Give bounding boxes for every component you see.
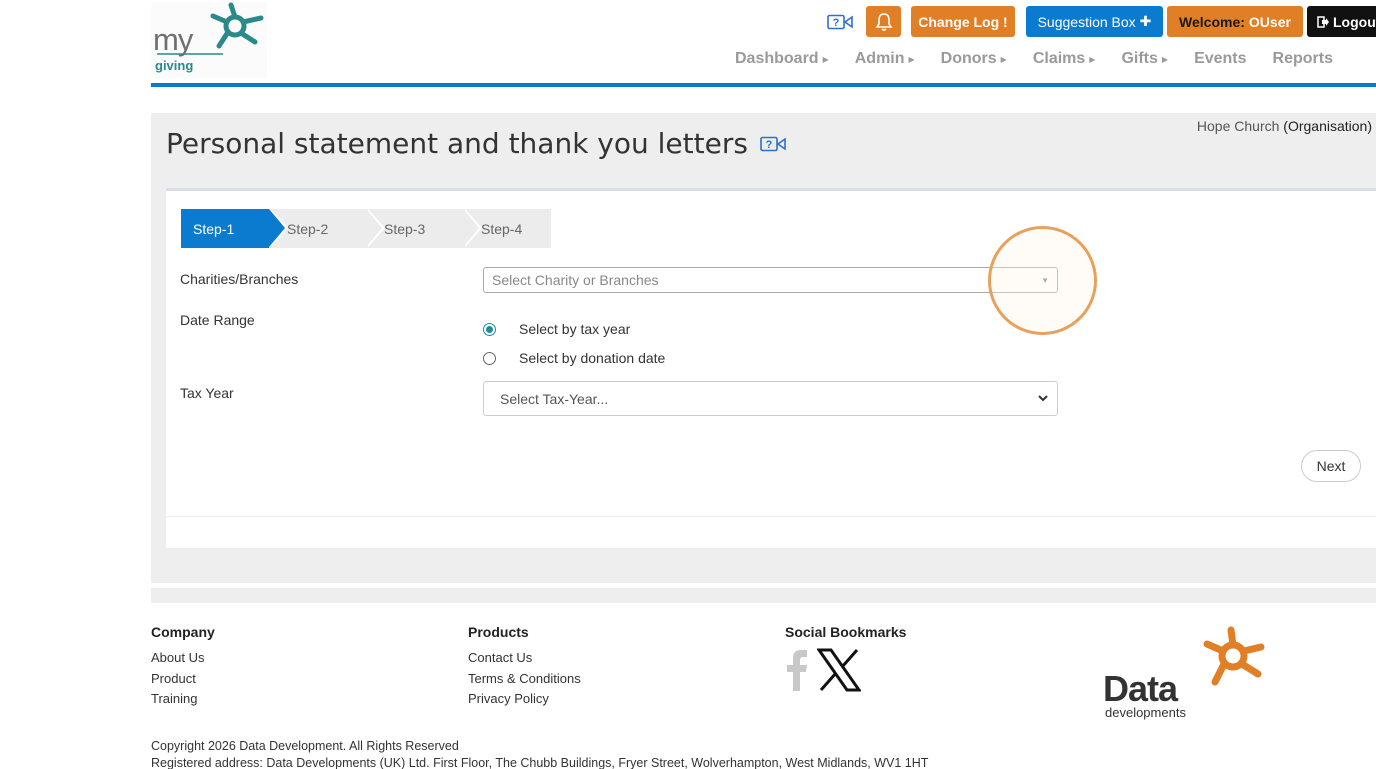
page-title-text: Personal statement and thank you letters xyxy=(166,127,748,160)
step-label: Step-2 xyxy=(287,220,329,237)
bell-icon xyxy=(875,12,892,31)
mygiving-logo[interactable]: my giving xyxy=(151,2,267,78)
svg-text:?: ? xyxy=(766,139,773,151)
welcome-user-button[interactable]: Welcome: OUser xyxy=(1167,6,1303,37)
video-help-icon[interactable]: ? xyxy=(820,6,860,37)
svg-text:?: ? xyxy=(833,17,840,29)
nav-gifts[interactable]: Gifts ▶ xyxy=(1121,50,1168,68)
nav-claims[interactable]: Claims ▶ xyxy=(1033,50,1096,68)
footer-social-heading: Social Bookmarks xyxy=(785,624,907,640)
step-label: Step-1 xyxy=(193,220,235,237)
nav-admin[interactable]: Admin ▶ xyxy=(855,50,915,68)
video-help-icon[interactable]: ? xyxy=(760,136,786,152)
chevron-down-icon xyxy=(1038,395,1048,402)
logout-label: Logout xyxy=(1333,13,1376,30)
caret-right-icon: ▶ xyxy=(1161,54,1169,64)
footer-link-about[interactable]: About Us xyxy=(151,648,215,669)
footer-products: Products Contact Us Terms & Conditions P… xyxy=(468,624,581,710)
organisation-indicator: Hope Church (Organisation) xyxy=(1197,118,1372,134)
nav-dashboard[interactable]: Dashboard ▶ xyxy=(735,50,829,68)
nav-donors[interactable]: Donors ▶ xyxy=(941,50,1007,68)
radio-donation-date[interactable] xyxy=(483,351,496,365)
radio-donation-date-label: Select by donation date xyxy=(519,350,666,366)
footer-link-privacy[interactable]: Privacy Policy xyxy=(468,689,581,710)
plus-icon: ✚ xyxy=(1139,13,1152,29)
footer-link-contact[interactable]: Contact Us xyxy=(468,648,581,669)
nav-label: Admin xyxy=(854,50,905,67)
exclamation-icon: ! xyxy=(1003,13,1008,30)
wizard-card: Step-1 Step-2 Step-3 Step-4 Charities/Br… xyxy=(166,188,1376,548)
logo-subtitle: giving xyxy=(155,58,194,73)
suggestion-label: Suggestion Box xyxy=(1037,13,1136,30)
dd-logo-word: Data xyxy=(1103,668,1178,709)
change-log-button[interactable]: Change Log ! xyxy=(911,6,1015,37)
card-divider xyxy=(166,516,1376,517)
copyright-text: Copyright 2026 Data Development. All Rig… xyxy=(151,739,459,753)
welcome-label: Welcome: xyxy=(1179,13,1245,30)
nav-label: Events xyxy=(1194,50,1247,67)
caret-right-icon: ▶ xyxy=(908,54,915,64)
tax-year-label: Tax Year xyxy=(180,385,234,401)
click-highlight-marker xyxy=(988,226,1097,335)
caret-right-icon: ▶ xyxy=(822,54,829,64)
change-log-label: Change Log xyxy=(918,13,1000,30)
top-actions: ? Change Log ! Suggestion Box ✚ Welcome:… xyxy=(820,6,1376,37)
date-range-label: Date Range xyxy=(180,312,255,328)
caret-right-icon: ▶ xyxy=(1000,54,1007,64)
charity-placeholder: Select Charity or Branches xyxy=(492,272,659,288)
radio-tax-year[interactable] xyxy=(483,322,496,336)
suggestion-box-button[interactable]: Suggestion Box ✚ xyxy=(1026,6,1163,37)
nav-label: Reports xyxy=(1272,50,1333,67)
footer-company: Company About Us Product Training xyxy=(151,624,215,710)
social-icons xyxy=(785,648,861,692)
nav-label: Dashboard xyxy=(735,50,819,67)
tax-year-select[interactable]: Select Tax-Year... xyxy=(483,381,1058,416)
footer-link-terms[interactable]: Terms & Conditions xyxy=(468,669,581,690)
caret-right-icon: ▶ xyxy=(1089,54,1096,64)
charities-label: Charities/Branches xyxy=(180,271,299,287)
logo-word: my xyxy=(153,22,193,57)
radio-donation-date-row[interactable]: Select by donation date xyxy=(483,350,665,366)
registered-address: Registered address: Data Developments (U… xyxy=(151,756,929,769)
step-1-tab[interactable]: Step-1 xyxy=(181,209,288,248)
facebook-icon[interactable] xyxy=(785,649,809,691)
footer-link-product[interactable]: Product xyxy=(151,669,215,690)
step-label: Step-4 xyxy=(481,220,523,237)
logout-button[interactable]: Logout xyxy=(1307,6,1376,37)
footer-products-heading: Products xyxy=(468,624,529,640)
step-label: Step-3 xyxy=(384,220,426,237)
nav-reports[interactable]: Reports xyxy=(1273,50,1333,68)
main-nav: Dashboard ▶ Admin ▶ Donors ▶ Claims ▶ Gifts ▶… xyxy=(735,50,1359,68)
data-developments-logo: Data developments xyxy=(1103,624,1268,724)
welcome-username: OUser xyxy=(1248,13,1291,30)
dd-logo-sub: developments xyxy=(1105,705,1186,720)
radio-tax-year-label: Select by tax year xyxy=(519,321,631,337)
x-icon[interactable] xyxy=(817,648,861,692)
charity-select[interactable]: Select Charity or Branches ▼ xyxy=(483,267,1058,293)
footer-copyright: Copyright 2026 Data Development. All Rig… xyxy=(151,738,928,769)
org-type: (Organisation) xyxy=(1283,118,1372,134)
footer-company-heading: Company xyxy=(151,624,215,640)
wizard-steps: Step-1 Step-2 Step-3 Step-4 xyxy=(181,209,551,248)
header-divider xyxy=(151,83,1376,87)
nav-label: Donors xyxy=(940,50,997,67)
footer-link-training[interactable]: Training xyxy=(151,689,215,710)
tax-year-value: Select Tax-Year... xyxy=(500,390,609,407)
nav-events[interactable]: Events xyxy=(1194,50,1246,68)
footer-band xyxy=(151,588,1376,603)
org-name: Hope Church xyxy=(1196,118,1280,134)
page-title: Personal statement and thank you letters… xyxy=(166,127,786,160)
notifications-button[interactable] xyxy=(866,6,901,37)
page-content: Personal statement and thank you letters… xyxy=(151,113,1376,583)
next-button[interactable]: Next xyxy=(1301,450,1361,482)
footer-social: Social Bookmarks xyxy=(785,624,906,648)
nav-label: Claims xyxy=(1032,50,1086,67)
logout-icon xyxy=(1317,15,1329,28)
radio-tax-year-row[interactable]: Select by tax year xyxy=(483,321,630,337)
nav-label: Gifts xyxy=(1121,50,1158,67)
